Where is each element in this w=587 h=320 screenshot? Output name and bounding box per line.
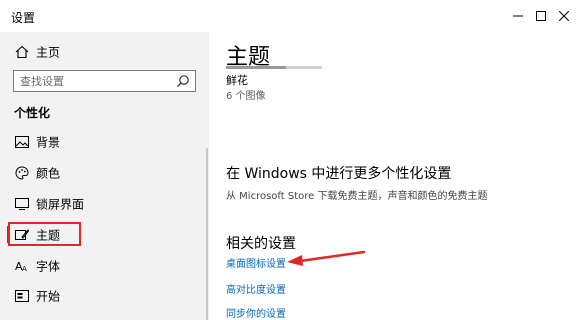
current-theme-name[interactable]: 鲜花 (226, 72, 248, 88)
search-input[interactable] (14, 71, 164, 91)
sidebar-item-label: 背景 (36, 135, 61, 150)
sidebar-item-start[interactable]: 开始 (0, 281, 209, 311)
store-section-heading: 在 Windows 中进行更多个性化设置 (226, 166, 452, 182)
high-contrast-settings-link[interactable]: 高对比度设置 (226, 281, 286, 296)
font-icon: AA (14, 258, 30, 274)
close-icon (559, 11, 569, 21)
home-icon (14, 44, 30, 60)
search-box[interactable] (13, 70, 196, 92)
annotation-highlight-box (8, 222, 81, 246)
image-icon (14, 134, 30, 150)
sidebar-item-fonts[interactable]: AA 字体 (0, 251, 209, 281)
sidebar-item-label: 锁屏界面 (36, 197, 85, 212)
lock-screen-icon (14, 196, 30, 212)
sidebar-item-home[interactable]: 主页 (0, 37, 209, 67)
sidebar-item-colors[interactable]: 颜色 (0, 158, 209, 188)
store-section-description: 从 Microsoft Store 下载免费主题，声音和颜色的免费主题 (226, 191, 488, 202)
palette-icon (14, 165, 30, 181)
section-title: 个性化 (14, 106, 51, 120)
current-theme-count: 6 个图像 (226, 91, 266, 102)
window-title: 设置 (11, 11, 36, 25)
sidebar-item-label: 颜色 (36, 166, 61, 181)
desktop-icon-settings-link[interactable]: 桌面图标设置 (226, 255, 286, 270)
sidebar-item-lock-screen[interactable]: 锁屏界面 (0, 189, 209, 219)
close-button[interactable] (541, 0, 587, 32)
title-bar: 设置 (0, 0, 587, 32)
sidebar-item-label: 开始 (36, 289, 61, 304)
sidebar-item-label: 字体 (36, 259, 61, 274)
theme-preview-bar (226, 66, 322, 69)
sidebar-item-label: 主页 (36, 45, 61, 60)
sync-settings-link[interactable]: 同步你的设置 (226, 305, 286, 320)
search-icon (177, 75, 189, 87)
svg-text:A: A (22, 265, 27, 273)
annotation-arrow (287, 250, 366, 266)
sidebar-item-background[interactable]: 背景 (0, 127, 209, 157)
start-icon (14, 288, 30, 304)
